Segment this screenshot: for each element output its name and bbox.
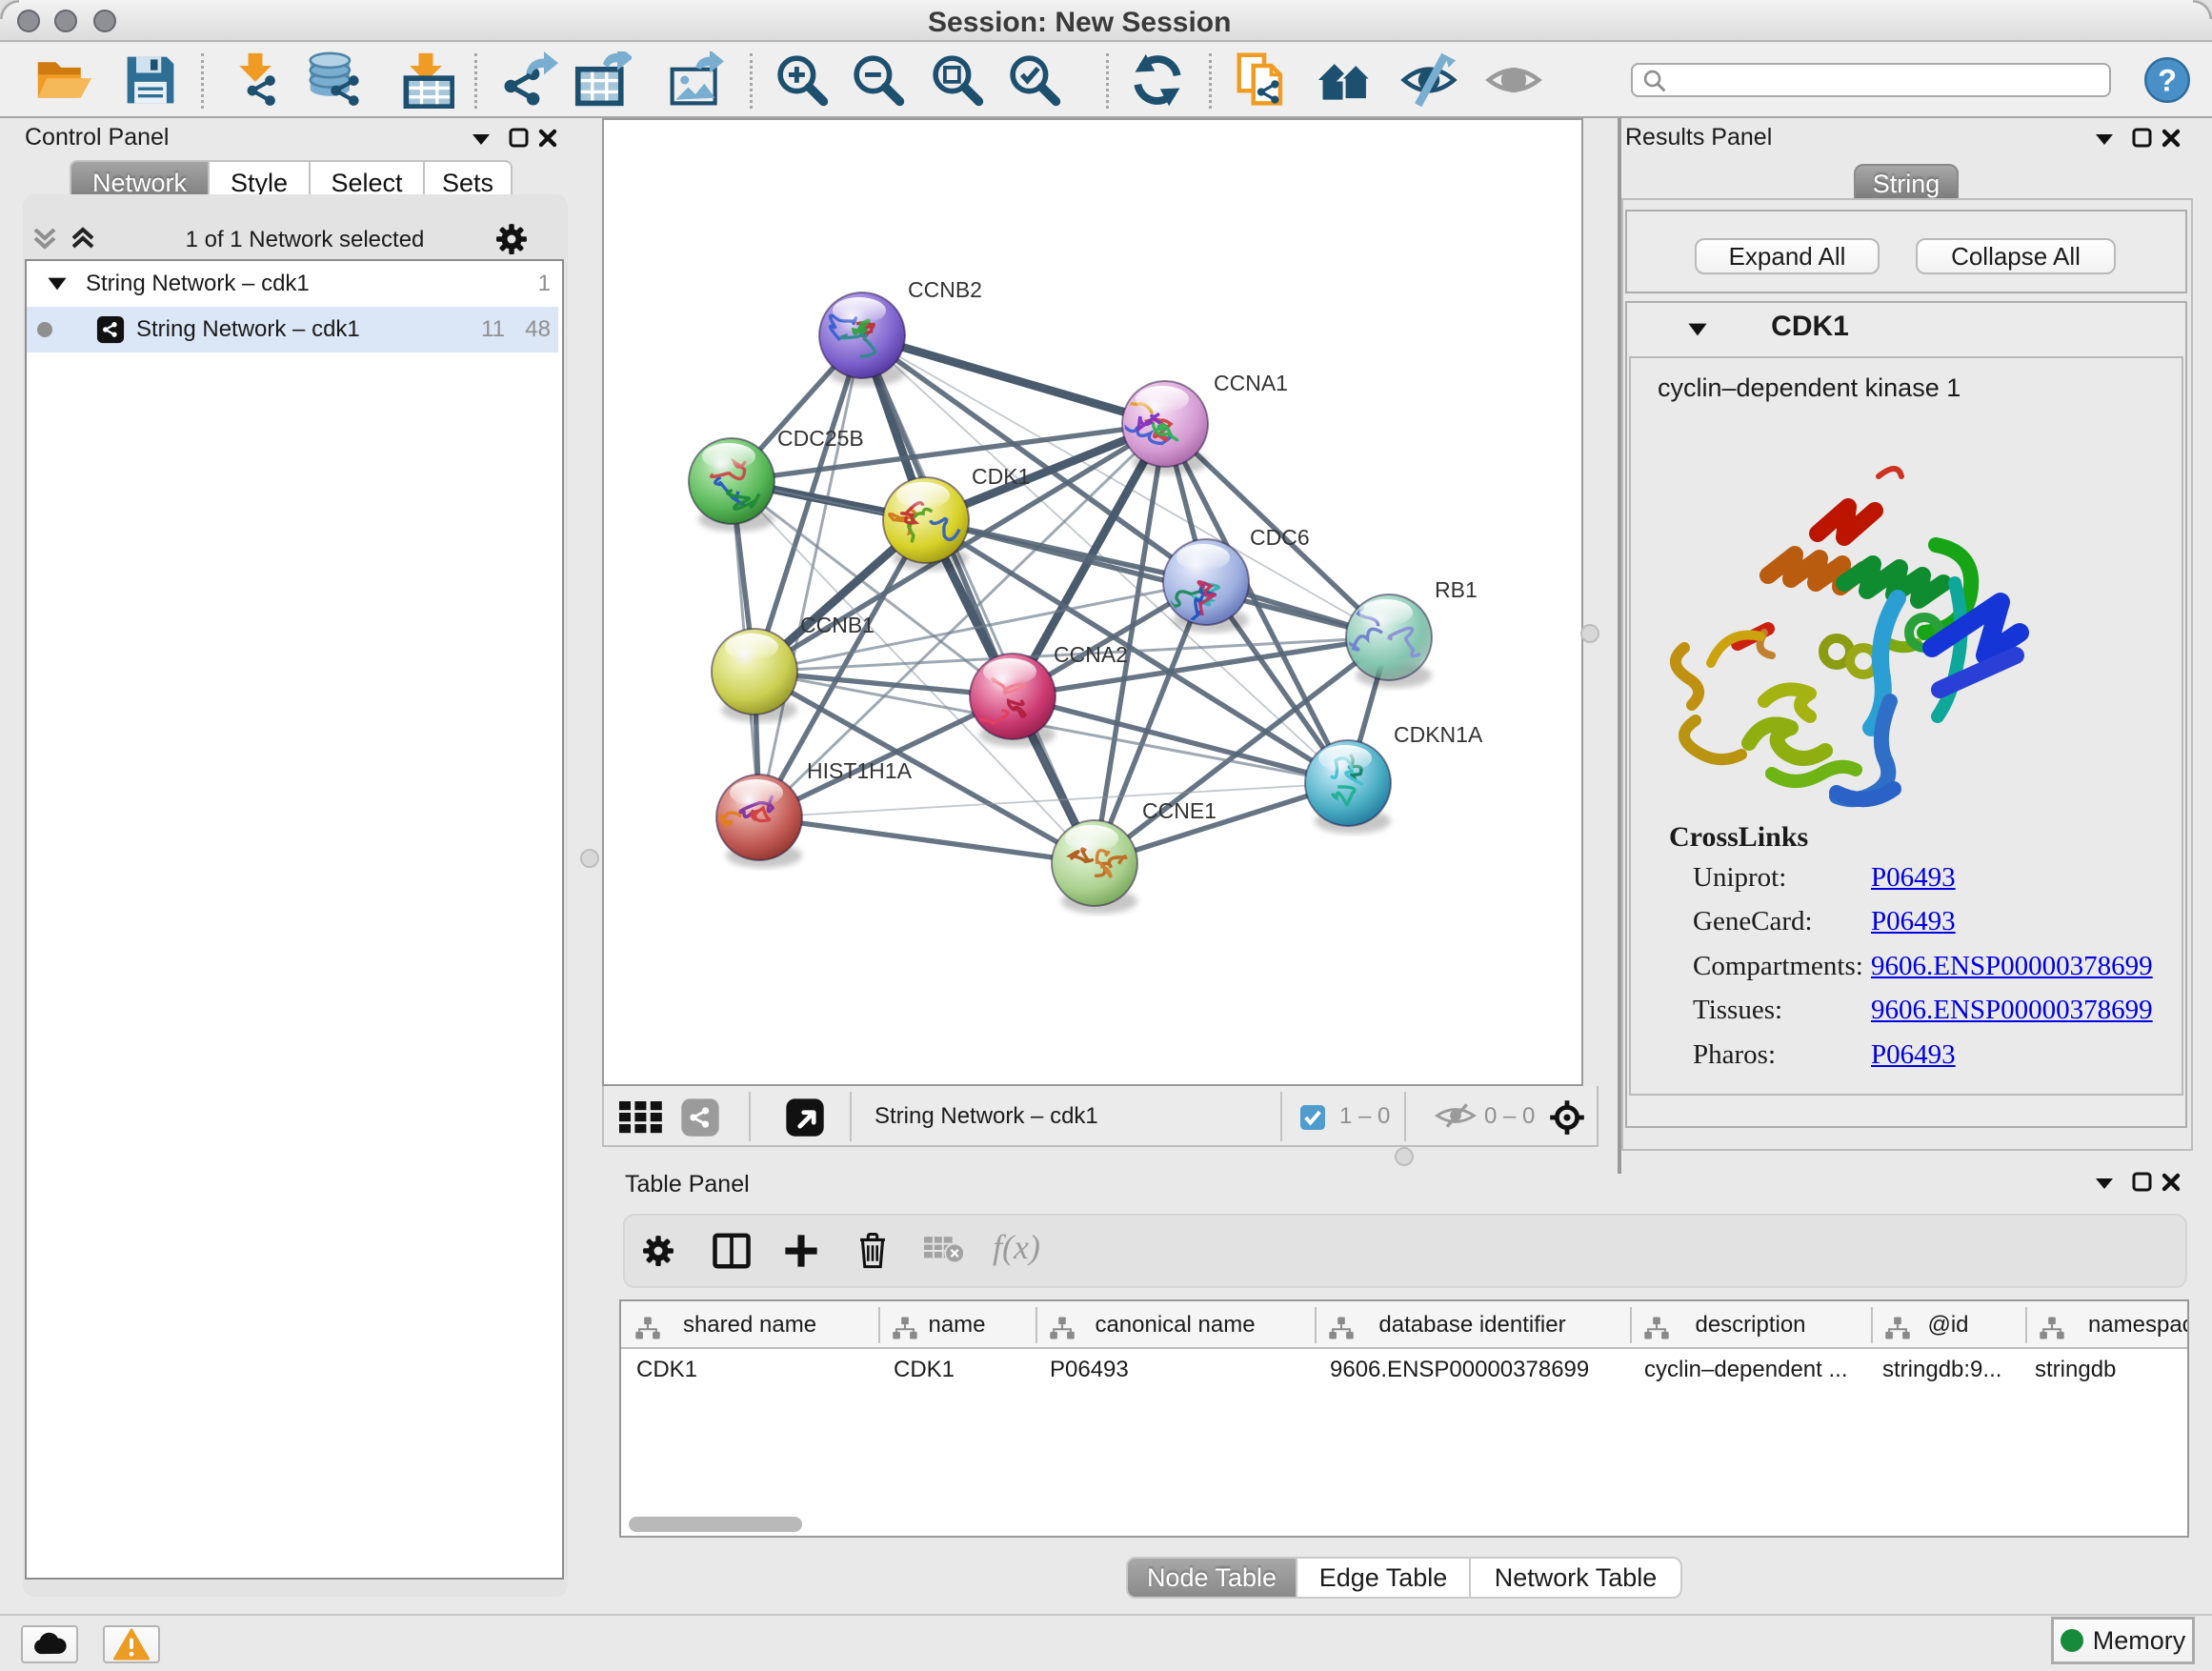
svg-text:CDKN1A: CDKN1A [1394,722,1483,747]
svg-text:CDC6: CDC6 [1250,525,1310,550]
svg-text:CCNB1: CCNB1 [800,613,875,637]
svg-text:CCNA1: CCNA1 [1214,371,1288,395]
svg-text:?: ? [2158,63,2177,97]
svg-text:CDK1: CDK1 [972,464,1030,489]
svg-text:HIST1H1A: HIST1H1A [807,758,913,783]
svg-text:CCNB2: CCNB2 [908,277,982,302]
svg-text:CCNE1: CCNE1 [1142,798,1217,823]
svg-text:CCNA2: CCNA2 [1054,642,1128,667]
svg-text:RB1: RB1 [1435,577,1478,602]
svg-text:CDC25B: CDC25B [777,426,864,451]
